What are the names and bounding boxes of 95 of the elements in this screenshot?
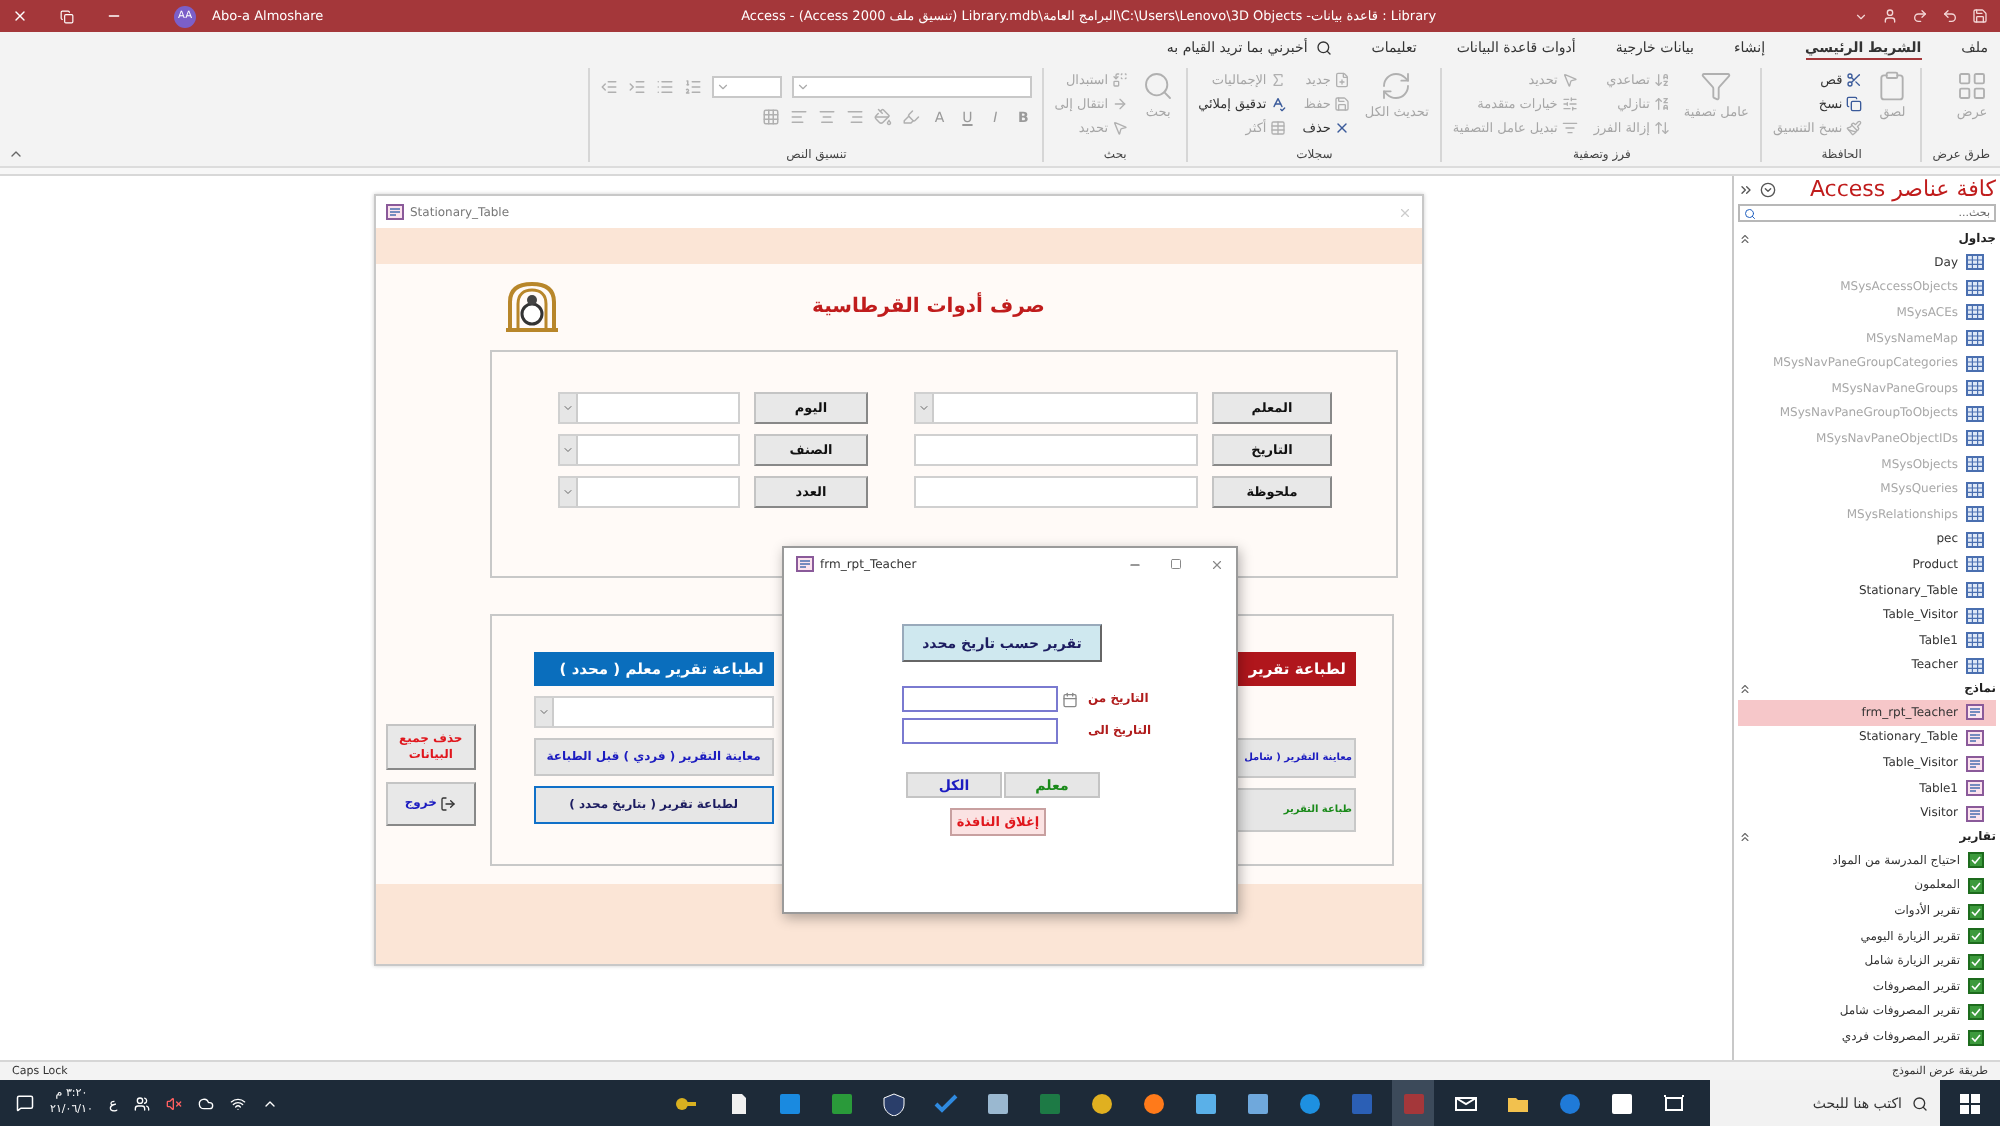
sigma-icon <box>1270 72 1287 88</box>
replace-icon <box>1112 72 1129 88</box>
sort-ascending-icon <box>1653 72 1670 88</box>
table-icon <box>1966 430 1984 447</box>
text-field[interactable] <box>914 434 1198 466</box>
report-icon <box>1968 928 1984 945</box>
search-icon[interactable] <box>1315 40 1332 56</box>
form-icon <box>1966 780 1984 797</box>
report-icon <box>1968 903 1984 920</box>
search-icon <box>1912 1095 1928 1111</box>
spell-check-icon <box>1270 96 1287 112</box>
pointer-icon <box>1112 120 1129 136</box>
close-icon[interactable] <box>1210 557 1224 571</box>
undo-icon[interactable] <box>1942 8 1958 24</box>
form-icon <box>1966 704 1984 721</box>
form-icon <box>386 204 404 220</box>
report-icon <box>1968 953 1984 970</box>
table-icon <box>1270 120 1287 136</box>
cloud-icon[interactable] <box>197 1095 214 1111</box>
checkmark-icon <box>933 1091 957 1115</box>
sliders-icon <box>1561 96 1578 112</box>
delete-icon <box>1334 120 1351 136</box>
caret-icon <box>562 402 574 414</box>
copy-icon <box>1846 96 1863 112</box>
save-icon <box>1334 96 1351 112</box>
windows-logo-icon <box>1960 1093 1980 1113</box>
search-icon <box>1744 207 1756 219</box>
table-icon <box>1966 582 1984 599</box>
table-icon <box>1966 330 1984 347</box>
notifications-icon[interactable] <box>16 1094 34 1112</box>
funnel-icon <box>1700 70 1733 102</box>
caret-icon <box>562 444 574 456</box>
pointer-icon <box>1561 72 1578 88</box>
maximize-icon[interactable] <box>1170 557 1182 571</box>
search-icon <box>1142 70 1175 102</box>
menu-dropdown-icon[interactable] <box>1760 181 1776 197</box>
text-field[interactable] <box>914 476 1198 508</box>
report-icon <box>1968 1003 1984 1020</box>
people-icon[interactable] <box>133 1095 150 1111</box>
table-icon <box>1966 405 1984 422</box>
paintbrush-icon <box>1846 120 1863 136</box>
table-icon <box>1966 506 1984 523</box>
table-icon <box>1966 254 1984 271</box>
new-record-icon <box>1334 72 1351 88</box>
table-icon <box>1966 355 1984 372</box>
scissors-icon <box>1846 72 1863 88</box>
table-icon <box>1966 456 1984 473</box>
view-grid-icon <box>1956 70 1988 102</box>
date-field[interactable] <box>902 718 1058 744</box>
clipboard-icon <box>1876 70 1909 102</box>
wifi-icon[interactable] <box>229 1095 246 1111</box>
restore-icon[interactable] <box>60 9 74 23</box>
user-icon[interactable] <box>1882 8 1898 24</box>
report-icon <box>1968 1029 1984 1046</box>
caret-icon <box>796 80 811 94</box>
envelope-icon <box>1453 1091 1477 1115</box>
pane-title: كافة عناصر Access <box>1809 178 1996 200</box>
form-heading: صرف أدوات القرطاسية <box>812 296 1045 318</box>
save-icon[interactable] <box>1972 8 1988 24</box>
caret-icon <box>562 486 574 498</box>
form-icon <box>1966 805 1984 822</box>
sort-descending-icon <box>1653 96 1670 112</box>
form-icon <box>1966 729 1984 746</box>
table-icon <box>1966 632 1984 649</box>
table-icon <box>1966 531 1984 548</box>
calendar-icon[interactable] <box>1062 691 1078 707</box>
refresh-icon <box>1380 70 1413 102</box>
table-icon <box>1966 657 1984 674</box>
task-view-icon <box>1661 1091 1685 1115</box>
caret-icon <box>716 80 731 94</box>
caret-icon[interactable] <box>1854 9 1868 23</box>
caret-icon <box>537 706 550 718</box>
table-icon <box>1966 380 1984 397</box>
caret-icon <box>918 402 930 414</box>
report-icon <box>1968 877 1984 894</box>
table-icon <box>1966 607 1984 624</box>
clear-sort-icon <box>1653 120 1670 136</box>
report-icon <box>1968 978 1984 995</box>
exit-door-icon <box>440 796 457 812</box>
table-icon <box>1966 279 1984 296</box>
redo-icon[interactable] <box>1912 8 1928 24</box>
table-icon <box>1966 481 1984 498</box>
filter-list-icon <box>1561 120 1578 136</box>
form-icon <box>1966 755 1984 772</box>
date-field[interactable] <box>902 686 1058 712</box>
table-icon <box>1966 556 1984 573</box>
mute-icon[interactable] <box>165 1095 182 1111</box>
collapse-ribbon-icon[interactable] <box>8 146 24 162</box>
collapse-pane-icon[interactable] <box>1738 181 1754 197</box>
shield-icon <box>881 1091 905 1115</box>
arrow-icon <box>1112 96 1129 112</box>
emblem-logo <box>502 279 562 335</box>
report-icon <box>1968 852 1984 869</box>
form-icon <box>796 556 814 572</box>
table-icon <box>1966 304 1984 321</box>
